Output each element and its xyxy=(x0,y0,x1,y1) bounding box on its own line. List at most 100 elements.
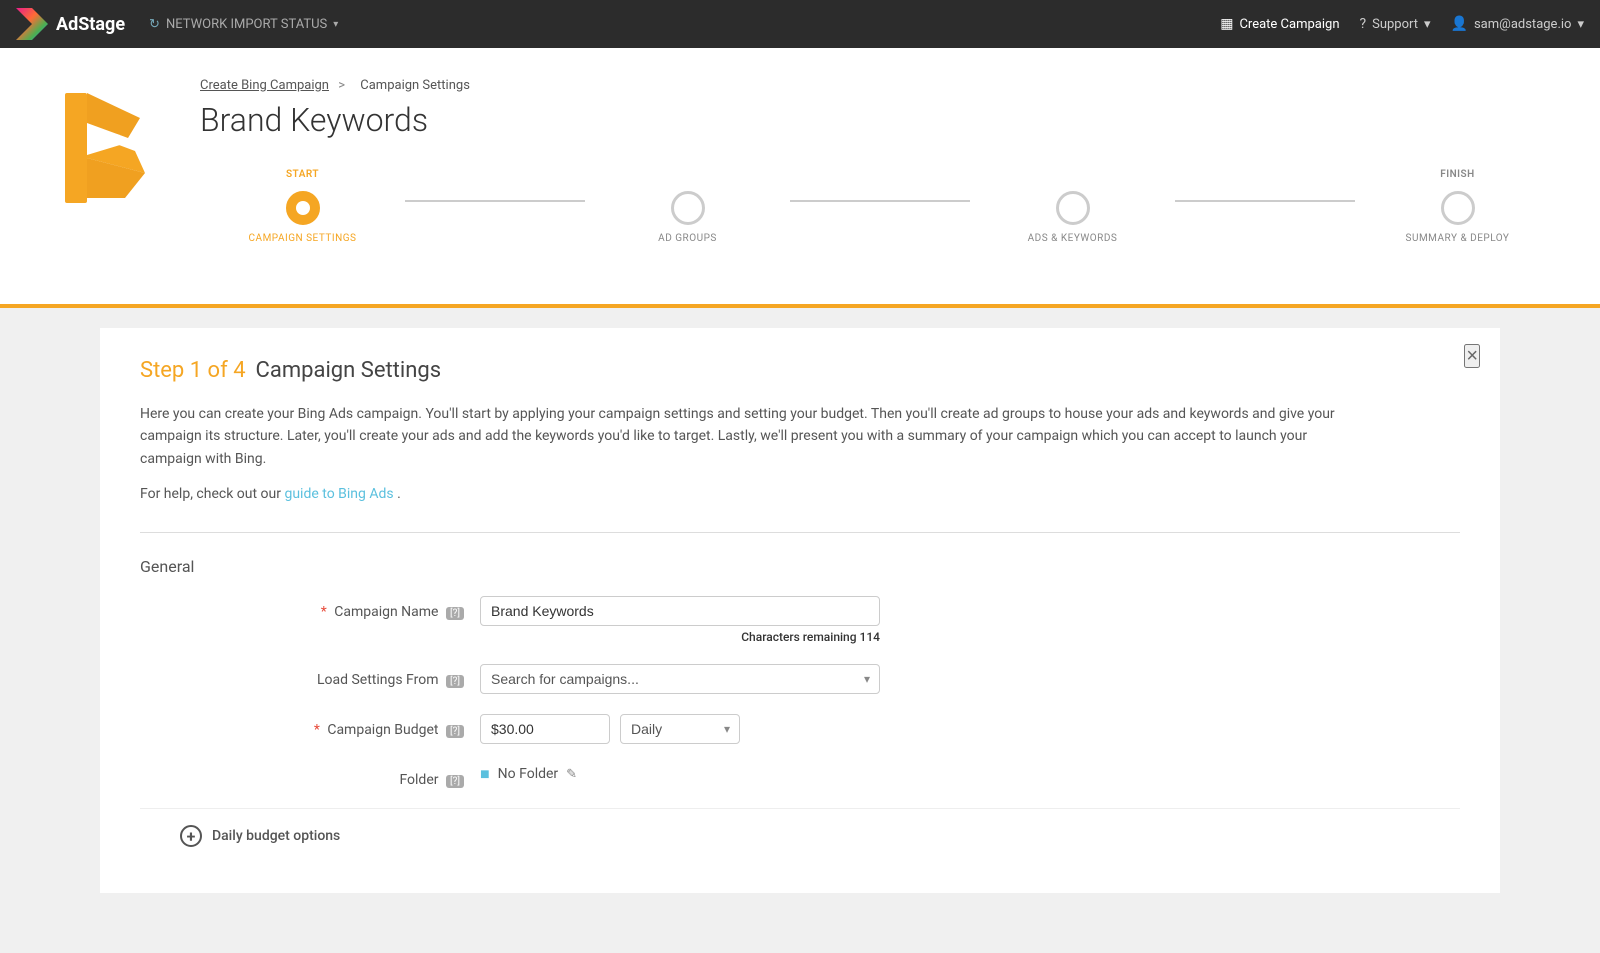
step-2-circle xyxy=(671,191,705,225)
step-1-bottom-label: CAMPAIGN SETTINGS xyxy=(249,233,357,244)
campaign-name-row: * Campaign Name [?] Characters remaining… xyxy=(140,596,1460,644)
campaign-name-label: * Campaign Name [?] xyxy=(240,596,480,620)
step-description: Here you can create your Bing Ads campai… xyxy=(140,403,1340,470)
step-1-top-label: START xyxy=(286,169,319,183)
step-name: Campaign Settings xyxy=(256,358,442,383)
user-menu[interactable]: 👤 sam@adstage.io ▾ xyxy=(1451,16,1584,32)
page-title: Brand Keywords xyxy=(200,101,1560,139)
breadcrumb-link[interactable]: Create Bing Campaign xyxy=(200,78,329,93)
header-content: Create Bing Campaign > Campaign Settings… xyxy=(200,68,1560,264)
adstage-logo-icon xyxy=(16,8,48,40)
bing-logo xyxy=(40,78,170,208)
step-item-2: AD GROUPS xyxy=(585,169,790,244)
top-navigation: AdStage ↻ NETWORK IMPORT STATUS ▾ ▦ Crea… xyxy=(0,0,1600,48)
campaign-budget-label-text: Campaign Budget xyxy=(327,722,438,738)
folder-help[interactable]: [?] xyxy=(446,775,464,788)
step-3-circle xyxy=(1056,191,1090,225)
step-item-4: FINISH SUMMARY & DEPLOY xyxy=(1355,169,1560,244)
budget-required-star: * xyxy=(314,722,320,738)
step-connector-1 xyxy=(405,200,585,202)
question-icon: ? xyxy=(1360,16,1367,32)
campaign-budget-row: * Campaign Budget [?] Daily Monthly ▾ xyxy=(140,714,1460,744)
step-4-bottom-label: SUMMARY & DEPLOY xyxy=(1406,233,1510,244)
user-chevron-icon: ▾ xyxy=(1577,17,1584,32)
budget-type-select[interactable]: Daily Monthly xyxy=(620,714,740,744)
load-settings-control: Search for campaigns... ▾ xyxy=(480,664,880,694)
step-item-3: ADS & KEYWORDS xyxy=(970,169,1175,244)
folder-edit-icon[interactable]: ✎ xyxy=(566,767,577,782)
load-settings-row: Load Settings From [?] Search for campai… xyxy=(140,664,1460,694)
network-import-label: NETWORK IMPORT STATUS xyxy=(166,17,327,32)
campaign-name-label-text: Campaign Name xyxy=(334,604,438,620)
general-section: General * Campaign Name [?] Characters r… xyxy=(140,532,1460,788)
folder-row: Folder [?] ■ No Folder ✎ xyxy=(140,764,1460,788)
help-text-prefix: For help, check out our xyxy=(140,486,281,502)
close-button[interactable]: × xyxy=(1464,344,1480,368)
load-settings-select[interactable]: Search for campaigns... xyxy=(480,664,880,694)
campaign-budget-label: * Campaign Budget [?] xyxy=(240,714,480,738)
folder-icon: ■ xyxy=(480,764,490,784)
step-connector-3 xyxy=(1175,200,1355,202)
step-item-1: START CAMPAIGN SETTINGS xyxy=(200,169,405,244)
step-4-top-label: FINISH xyxy=(1440,169,1475,183)
logo-text: AdStage xyxy=(56,14,125,35)
nav-right: ▦ Create Campaign ? Support ▾ 👤 sam@adst… xyxy=(1220,16,1584,32)
section-title: General xyxy=(140,557,1460,576)
breadcrumb: Create Bing Campaign > Campaign Settings xyxy=(200,78,1560,93)
daily-budget-label: Daily budget options xyxy=(212,828,340,844)
folder-label-text: Folder xyxy=(399,772,438,788)
step-1-circle xyxy=(286,191,320,225)
help-link[interactable]: guide to Bing Ads xyxy=(284,486,393,502)
campaign-name-control: Characters remaining 114 xyxy=(480,596,880,644)
chevron-down-icon: ▾ xyxy=(333,19,338,30)
nav-left: AdStage ↻ NETWORK IMPORT STATUS ▾ xyxy=(16,8,338,40)
refresh-icon: ↻ xyxy=(149,17,160,32)
budget-row: Daily Monthly ▾ xyxy=(480,714,880,744)
campaign-name-help[interactable]: [?] xyxy=(446,607,464,620)
help-text-suffix: . xyxy=(397,486,401,502)
load-settings-select-wrapper: Search for campaigns... ▾ xyxy=(480,664,880,694)
logo-area: AdStage xyxy=(16,8,125,40)
step-4-circle xyxy=(1441,191,1475,225)
network-import-status[interactable]: ↻ NETWORK IMPORT STATUS ▾ xyxy=(149,17,338,32)
breadcrumb-separator: > xyxy=(338,78,348,93)
daily-budget-toggle[interactable]: + xyxy=(180,825,202,847)
load-settings-label-text: Load Settings From xyxy=(317,672,439,688)
required-star: * xyxy=(321,604,327,620)
campaign-icon: ▦ xyxy=(1220,16,1233,32)
step-connector-2 xyxy=(790,200,970,202)
folder-label: Folder [?] xyxy=(240,764,480,788)
load-settings-label: Load Settings From [?] xyxy=(240,664,480,688)
breadcrumb-current: Campaign Settings xyxy=(360,78,470,93)
support-label: Support xyxy=(1372,17,1418,32)
section-divider xyxy=(140,532,1460,533)
user-icon: 👤 xyxy=(1451,16,1468,32)
main-content: × Step 1 of 4 Campaign Settings Here you… xyxy=(0,328,1600,953)
help-text: For help, check out our guide to Bing Ad… xyxy=(140,486,1460,502)
daily-budget-options-row: + Daily budget options xyxy=(140,808,1460,863)
chars-count: 114 xyxy=(860,630,880,644)
step-2-bottom-label: AD GROUPS xyxy=(658,233,717,244)
budget-type-select-wrapper: Daily Monthly ▾ xyxy=(620,714,740,744)
support-button[interactable]: ? Support ▾ xyxy=(1360,16,1431,32)
folder-control: ■ No Folder ✎ xyxy=(480,764,880,784)
header-panel: Create Bing Campaign > Campaign Settings… xyxy=(0,48,1600,308)
create-campaign-button[interactable]: ▦ Create Campaign xyxy=(1220,16,1339,32)
form-card: × Step 1 of 4 Campaign Settings Here you… xyxy=(100,328,1500,893)
campaign-name-input[interactable] xyxy=(480,596,880,626)
folder-value: No Folder xyxy=(498,766,559,782)
step-3-bottom-label: ADS & KEYWORDS xyxy=(1028,233,1118,244)
bing-logo-area xyxy=(40,68,170,212)
folder-value-row: ■ No Folder ✎ xyxy=(480,764,880,784)
chars-remaining: Characters remaining 114 xyxy=(480,630,880,644)
support-chevron-icon: ▾ xyxy=(1424,17,1431,32)
load-settings-help[interactable]: [?] xyxy=(446,675,464,688)
campaign-budget-control: Daily Monthly ▾ xyxy=(480,714,880,744)
chars-label: Characters remaining xyxy=(741,630,856,644)
step-number: Step 1 of 4 xyxy=(140,358,246,383)
campaign-budget-help[interactable]: [?] xyxy=(446,725,464,738)
campaign-budget-input[interactable] xyxy=(480,714,610,744)
user-label: sam@adstage.io xyxy=(1474,17,1572,32)
create-campaign-label: Create Campaign xyxy=(1239,17,1339,32)
step-heading: Step 1 of 4 Campaign Settings xyxy=(140,358,1460,383)
